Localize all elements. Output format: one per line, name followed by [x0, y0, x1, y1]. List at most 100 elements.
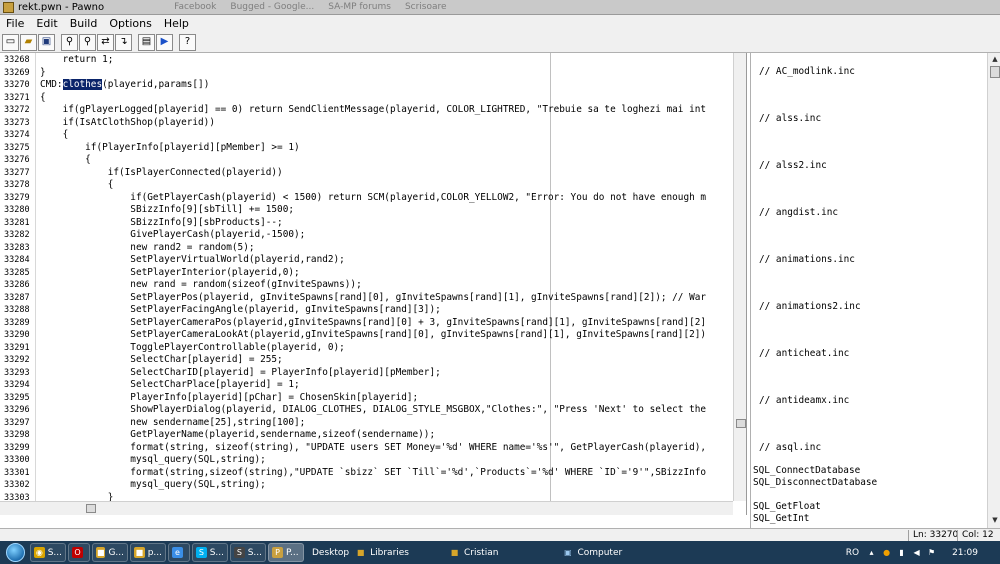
code-line[interactable]: SetPlayerVirtualWorld(playerid,rand2); — [40, 254, 345, 267]
replace-icon[interactable]: ⇄ — [97, 33, 114, 51]
taskbar-button[interactable]: S S... — [192, 543, 228, 562]
find-icon[interactable]: ⚲ — [61, 33, 78, 51]
code-line[interactable]: SetPlayerCameraPos(playerid,gInviteSpawn… — [40, 317, 706, 330]
code-line[interactable]: if(IsAtClothShop(playerid)) — [40, 117, 215, 130]
taskbar-button[interactable]: ■ G... — [92, 543, 128, 562]
scroll-up-arrow-icon[interactable]: ▲ — [990, 54, 1000, 64]
code-line[interactable]: ShowPlayerDialog(playerid, DIALOG_CLOTHE… — [40, 404, 706, 417]
code-line[interactable]: if(GetPlayerCash(playerid) < 1500) retur… — [40, 192, 706, 205]
include-file-header: // asql.inc — [759, 442, 822, 453]
opera-icon: O — [72, 547, 83, 558]
code-line[interactable]: SetPlayerPos(playerid, gInviteSpawns[ran… — [40, 292, 706, 305]
code-line[interactable]: SelectCharID[playerid] = PlayerInfo[play… — [40, 367, 440, 380]
menu-options[interactable]: Options — [103, 15, 157, 32]
editor-horizontal-scrollbar[interactable] — [0, 501, 733, 515]
code-line[interactable]: SBizzInfo[9][sbTill] += 1500; — [40, 204, 294, 217]
function-list-item[interactable]: SQL_GetInt — [753, 513, 809, 525]
taskbar-button[interactable]: ◉ S... — [30, 543, 66, 562]
toolbar-link-desktop[interactable]: Desktop — [312, 548, 349, 558]
function-list-item[interactable]: SQL_ConnectDatabase — [753, 465, 860, 477]
tray-arrow-icon[interactable]: ▴ — [867, 548, 876, 557]
code-line[interactable]: GetPlayerName(playerid,sendername,sizeof… — [40, 429, 435, 442]
code-line[interactable]: GivePlayerCash(playerid,-1500); — [40, 229, 305, 242]
taskbar-button[interactable]: O — [68, 543, 90, 562]
new-file-icon[interactable]: ▭ — [2, 33, 19, 51]
code-line[interactable]: if(IsPlayerConnected(playerid)) — [40, 167, 283, 180]
antivirus-icon[interactable]: ● — [882, 548, 891, 557]
toolbar-link-computer[interactable]: ▣ Computer — [562, 547, 622, 558]
selected-text[interactable]: clothes — [62, 79, 103, 90]
volume-icon[interactable]: ◀ — [912, 548, 921, 557]
compile-icon[interactable]: ▤ — [138, 33, 155, 51]
code-line[interactable]: SetPlayerCameraLookAt(playerid,gInviteSp… — [40, 329, 706, 342]
scroll-thumb[interactable] — [990, 66, 1000, 78]
code-line[interactable]: SelectChar[playerid] = 255; — [40, 354, 282, 367]
code-line[interactable]: } — [40, 67, 46, 80]
flag-icon[interactable]: ⚑ — [927, 548, 936, 557]
code-line[interactable]: new rand = random(sizeof(gInviteSpawns))… — [40, 279, 361, 292]
menu-file[interactable]: File — [0, 15, 30, 32]
line-number: 33281 — [4, 217, 30, 228]
menu-build[interactable]: Build — [64, 15, 104, 32]
code-line[interactable]: TogglePlayerControllable(playerid, 0); — [40, 342, 345, 355]
code-line[interactable]: new sendername[25],string[100]; — [40, 417, 305, 430]
code-line[interactable]: SetPlayerInterior(playerid,0); — [40, 267, 299, 280]
line-number: 33298 — [4, 430, 30, 440]
menu-edit[interactable]: Edit — [30, 15, 63, 32]
function-list-item[interactable]: SQL_GetFloat — [753, 501, 821, 513]
code-editor[interactable]: 33268 33269 33270 33271 33272 33273 33274 33275… — [0, 53, 747, 515]
code-line[interactable]: mysql_query(SQL,string); — [40, 479, 265, 492]
network-icon[interactable]: ▮ — [897, 548, 906, 557]
language-indicator[interactable]: RO — [846, 548, 859, 558]
code-line[interactable]: { — [40, 179, 114, 192]
editor-vertical-scrollbar[interactable] — [733, 53, 746, 501]
code-line[interactable]: SBizzInfo[9][sbProducts]--; — [40, 217, 282, 230]
code-line[interactable]: return 1; — [40, 54, 114, 67]
folder-icon: ■ — [96, 547, 106, 558]
toolbar: ▭ ▰ ▣ ⚲ ⚲ ⇄ ↴ ▤ ▶ ? — [0, 32, 1000, 53]
help-icon[interactable]: ? — [179, 33, 196, 51]
scroll-down-arrow-icon[interactable]: ▼ — [990, 515, 1000, 525]
code-area[interactable]: return 1;} CMD:clothes(playerid,params[])… — [40, 53, 733, 515]
line-number: 33289 — [4, 317, 30, 328]
code-line[interactable]: if(PlayerInfo[playerid][pMember] >= 1) — [40, 142, 300, 155]
taskbar-button[interactable]: S S... — [230, 543, 266, 562]
line-number: 33288 — [4, 305, 30, 315]
code-line[interactable]: mysql_query(SQL,string); — [40, 454, 265, 467]
taskbar-button[interactable]: P P... — [268, 543, 304, 562]
code-line[interactable]: { — [40, 92, 46, 105]
function-list-panel[interactable]: ▲ ▼ // AC_modlink.inc // alss.inc // alss2… — [750, 53, 1000, 528]
code-line[interactable]: { — [40, 129, 69, 142]
code-line[interactable]: format(string,sizeof(string),"UPDATE `sb… — [40, 467, 706, 480]
code-line[interactable]: if(gPlayerLogged[playerid] == 0) return … — [40, 104, 706, 117]
goto-icon[interactable]: ↴ — [115, 33, 132, 51]
taskbar-button[interactable]: e — [168, 543, 190, 562]
code-line[interactable]: PlayerInfo[playerid][pChar] = ChosenSkin… — [40, 392, 418, 405]
function-list-item[interactable]: SQL_DisconnectDatabase — [753, 477, 877, 489]
code-line[interactable]: SelectCharPlace[playerid] = 1; — [40, 379, 299, 392]
scroll-thumb[interactable] — [736, 419, 746, 428]
panel-vertical-scrollbar[interactable]: ▲ ▼ — [987, 53, 1000, 528]
line-number: 33278 — [4, 180, 30, 190]
toolbar-link-user[interactable]: ■ Cristian — [449, 547, 499, 558]
open-file-icon[interactable]: ▰ — [20, 33, 37, 51]
clock[interactable]: 21:09 — [952, 548, 978, 558]
code-line[interactable]: format(string, sizeof(string), "UPDATE u… — [40, 442, 706, 455]
code-line[interactable]: SetPlayerFacingAngle(playerid, gInviteSp… — [40, 304, 440, 317]
find-next-icon[interactable]: ⚲ — [79, 33, 96, 51]
ghost-tab: Bugged - Google... — [230, 2, 315, 12]
scroll-thumb[interactable] — [86, 504, 96, 513]
code-line[interactable]: CMD:clothes(playerid,params[]) — [40, 79, 209, 92]
run-icon[interactable]: ▶ — [156, 33, 173, 51]
code-line[interactable]: { — [40, 154, 91, 167]
toolbar-link-libraries[interactable]: ■ Libraries — [355, 547, 409, 558]
taskbar-button[interactable]: ■ p... — [130, 543, 166, 562]
start-button[interactable] — [0, 541, 30, 564]
line-number: 33294 — [4, 380, 30, 390]
menu-help[interactable]: Help — [158, 15, 195, 32]
chrome-icon: ◉ — [34, 547, 45, 558]
line-number: 33296 — [4, 405, 30, 415]
line-number: 33280 — [4, 205, 30, 215]
save-file-icon[interactable]: ▣ — [38, 33, 55, 51]
code-line[interactable]: new rand2 = random(5); — [40, 242, 254, 255]
